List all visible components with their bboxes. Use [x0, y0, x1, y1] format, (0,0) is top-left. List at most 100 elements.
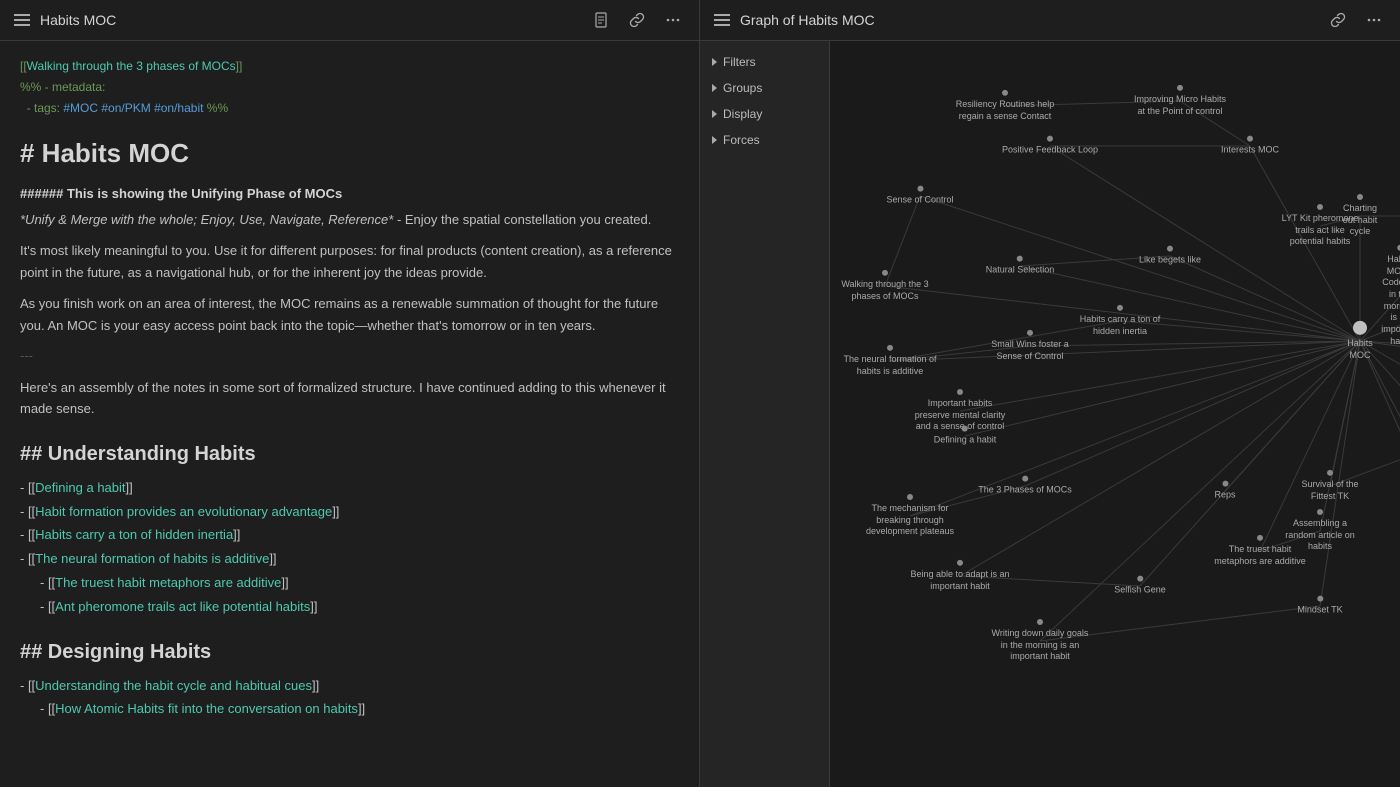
- node-label-small-wins: Small Wins foster a Sense of Control: [980, 339, 1080, 362]
- graph-node-being-able-adapt[interactable]: Being able to adapt is an important habi…: [910, 560, 1010, 592]
- node-label-natural-selection: Natural Selection: [986, 265, 1055, 277]
- left-panel-title: Habits MOC: [40, 12, 116, 28]
- right-hamburger-icon[interactable]: [714, 14, 730, 26]
- left-panel: Habits MOC: [0, 0, 700, 787]
- node-label-habits-moc: Habits MOC: [1340, 338, 1380, 361]
- graph-node-habits-moc-coddling[interactable]: Habits MOC - Coddling in the morning is …: [1381, 245, 1400, 348]
- left-header-right: [589, 8, 685, 32]
- graph-node-mechanism-breaking[interactable]: The mechanism for breaking through devel…: [860, 494, 960, 538]
- tag-pkm[interactable]: #on/PKM: [101, 101, 150, 115]
- node-label-sense-of-control: Sense of Control: [886, 195, 953, 207]
- link-understanding-cycle[interactable]: Understanding the habit cycle and habitu…: [35, 678, 312, 693]
- filter-groups-label: Groups: [723, 81, 762, 95]
- graph-node-mindset[interactable]: Mindset TK: [1297, 596, 1342, 617]
- graph-node-improving-micro[interactable]: Improving Micro Habits at the Point of c…: [1130, 85, 1230, 117]
- graph-node-selfish-gene[interactable]: Selfish Gene: [1114, 576, 1166, 597]
- graph-node-writing-down-daily[interactable]: Writing down daily goals in the morning …: [990, 619, 1090, 663]
- metadata-wikilink: [[Walking through the 3 phases of MOCs]]: [20, 57, 679, 76]
- node-dot-positive-feedback: [1047, 136, 1053, 142]
- list-habits-carry: - [[Habits carry a ton of hidden inertia…: [20, 525, 679, 546]
- node-label-the-3-phases-of-mocs: The 3 Phases of MOCs: [978, 485, 1072, 497]
- filter-display[interactable]: Display: [700, 101, 829, 127]
- link-defining[interactable]: Defining a habit: [35, 480, 125, 495]
- graph-node-like-begets[interactable]: Like begets like: [1139, 246, 1201, 267]
- graph-node-habits-carry-ton[interactable]: Habits carry a ton of hidden inertia: [1070, 305, 1170, 337]
- graph-node-interests-moc[interactable]: Interests MOC: [1221, 136, 1279, 157]
- graph-body: Filters Groups Display Forces: [700, 41, 1400, 787]
- filter-forces[interactable]: Forces: [700, 127, 829, 153]
- hamburger-icon[interactable]: [14, 14, 30, 26]
- list-understanding-cycle: - [[Understanding the habit cycle and ha…: [20, 676, 679, 697]
- node-label-truest-habit: The truest habit metaphors are additive: [1210, 544, 1310, 567]
- graph-canvas[interactable]: Habits MOC Positive Feedback Loop Interest…: [830, 41, 1400, 787]
- node-dot-small-wins: [1027, 330, 1033, 336]
- metadata-percent: %% - metadata:: [20, 78, 679, 97]
- node-label-writing-down-daily: Writing down daily goals in the morning …: [990, 628, 1090, 663]
- node-dot-neural-formation: [887, 345, 893, 351]
- graph-node-charting-habit[interactable]: Charting out habit cycle: [1340, 194, 1380, 238]
- tag-habit[interactable]: #on/habit: [154, 101, 203, 115]
- graph-node-sense-of-control[interactable]: Sense of Control: [886, 186, 953, 207]
- more-icon-button-right[interactable]: [1362, 8, 1386, 32]
- node-dot-sense-of-control: [917, 186, 923, 192]
- link-habits-carry[interactable]: Habits carry a ton of hidden inertia: [35, 527, 233, 542]
- list-truest: - [[The truest habit metaphors are addit…: [20, 573, 679, 594]
- filter-groups[interactable]: Groups: [700, 75, 829, 101]
- graph-node-habits-moc[interactable]: Habits MOC: [1340, 321, 1380, 361]
- graph-node-reps[interactable]: Reps: [1214, 481, 1235, 502]
- link-atomic-habits[interactable]: How Atomic Habits fit into the conversat…: [55, 701, 358, 716]
- filter-forces-label: Forces: [723, 133, 760, 147]
- para1: It's most likely meaningful to you. Use …: [20, 240, 679, 283]
- link-habit-formation[interactable]: Habit formation provides an evolutionary…: [35, 504, 332, 519]
- more-icon-button-left[interactable]: [661, 8, 685, 32]
- graph-node-natural-selection[interactable]: Natural Selection: [986, 256, 1055, 277]
- right-panel-title: Graph of Habits MOC: [740, 12, 875, 28]
- node-dot-like-begets: [1167, 246, 1173, 252]
- document-icon-button[interactable]: [589, 8, 613, 32]
- understanding-heading: ## Understanding Habits: [20, 438, 679, 470]
- graph-node-walking-3-phases[interactable]: Walking through the 3 phases of MOCs: [835, 270, 935, 302]
- graph-node-truest-habit[interactable]: The truest habit metaphors are additive: [1210, 535, 1310, 567]
- link-icon-button-left[interactable]: [625, 8, 649, 32]
- tag-moc[interactable]: #MOC: [63, 101, 98, 115]
- node-label-habits-carry-ton: Habits carry a ton of hidden inertia: [1070, 314, 1170, 337]
- left-header-left: Habits MOC: [14, 12, 116, 28]
- graph-node-survival-fittest[interactable]: Survival of the Fittest TK: [1295, 470, 1365, 502]
- node-dot-writing-down-daily: [1037, 619, 1043, 625]
- node-label-being-able-adapt: Being able to adapt is an important habi…: [910, 569, 1010, 592]
- list-ant: - [[Ant pheromone trails act like potent…: [20, 597, 679, 618]
- node-label-positive-feedback: Positive Feedback Loop: [1002, 145, 1098, 157]
- node-dot-interests-moc: [1247, 136, 1253, 142]
- list-atomic-habits: - [[How Atomic Habits fit into the conve…: [20, 699, 679, 720]
- node-dot-natural-selection: [1017, 256, 1023, 262]
- link-neural[interactable]: The neural formation of habits is additi…: [35, 551, 269, 566]
- node-dot-survival-fittest: [1327, 470, 1333, 476]
- node-label-charting-habit: Charting out habit cycle: [1340, 203, 1380, 238]
- node-label-reps: Reps: [1214, 490, 1235, 502]
- node-label-habits-moc-coddling: Habits MOC - Coddling in the morning is …: [1381, 254, 1400, 348]
- filter-triangle-groups: [712, 84, 717, 92]
- graph-node-small-wins[interactable]: Small Wins foster a Sense of Control: [980, 330, 1080, 362]
- left-content: [[Walking through the 3 phases of MOCs]]…: [0, 41, 699, 787]
- graph-node-defining-a-habit[interactable]: Defining a habit: [934, 426, 997, 447]
- node-label-neural-formation: The neural formation of habits is additi…: [840, 354, 940, 377]
- graph-node-resiliency-routines-help[interactable]: Resiliency Routines help regain a sense …: [955, 90, 1055, 122]
- node-dot-resiliency-routines-help: [1002, 90, 1008, 96]
- graph-node-positive-feedback[interactable]: Positive Feedback Loop: [1002, 136, 1098, 157]
- link-ant[interactable]: Ant pheromone trails act like potential …: [55, 599, 310, 614]
- phase-heading: ###### This is showing the Unifying Phas…: [20, 184, 679, 205]
- graph-node-neural-formation[interactable]: The neural formation of habits is additi…: [840, 345, 940, 377]
- node-label-resiliency-routines-help: Resiliency Routines help regain a sense …: [955, 99, 1055, 122]
- node-dot-important-habits-preserve: [957, 389, 963, 395]
- link-icon-button-right[interactable]: [1326, 8, 1350, 32]
- node-dot-assembling-random: [1317, 509, 1323, 515]
- node-dot-mechanism-breaking: [907, 494, 913, 500]
- graph-node-the-3-phases-of-mocs[interactable]: The 3 Phases of MOCs: [978, 476, 1072, 497]
- node-label-defining-a-habit: Defining a habit: [934, 435, 997, 447]
- filter-filters[interactable]: Filters: [700, 49, 829, 75]
- right-header: Graph of Habits MOC: [700, 0, 1400, 41]
- walking-link[interactable]: Walking through the 3 phases of MOCs: [27, 59, 236, 73]
- link-truest[interactable]: The truest habit metaphors are additive: [55, 575, 281, 590]
- para2: As you finish work on an area of interes…: [20, 293, 679, 336]
- filter-triangle-filters: [712, 58, 717, 66]
